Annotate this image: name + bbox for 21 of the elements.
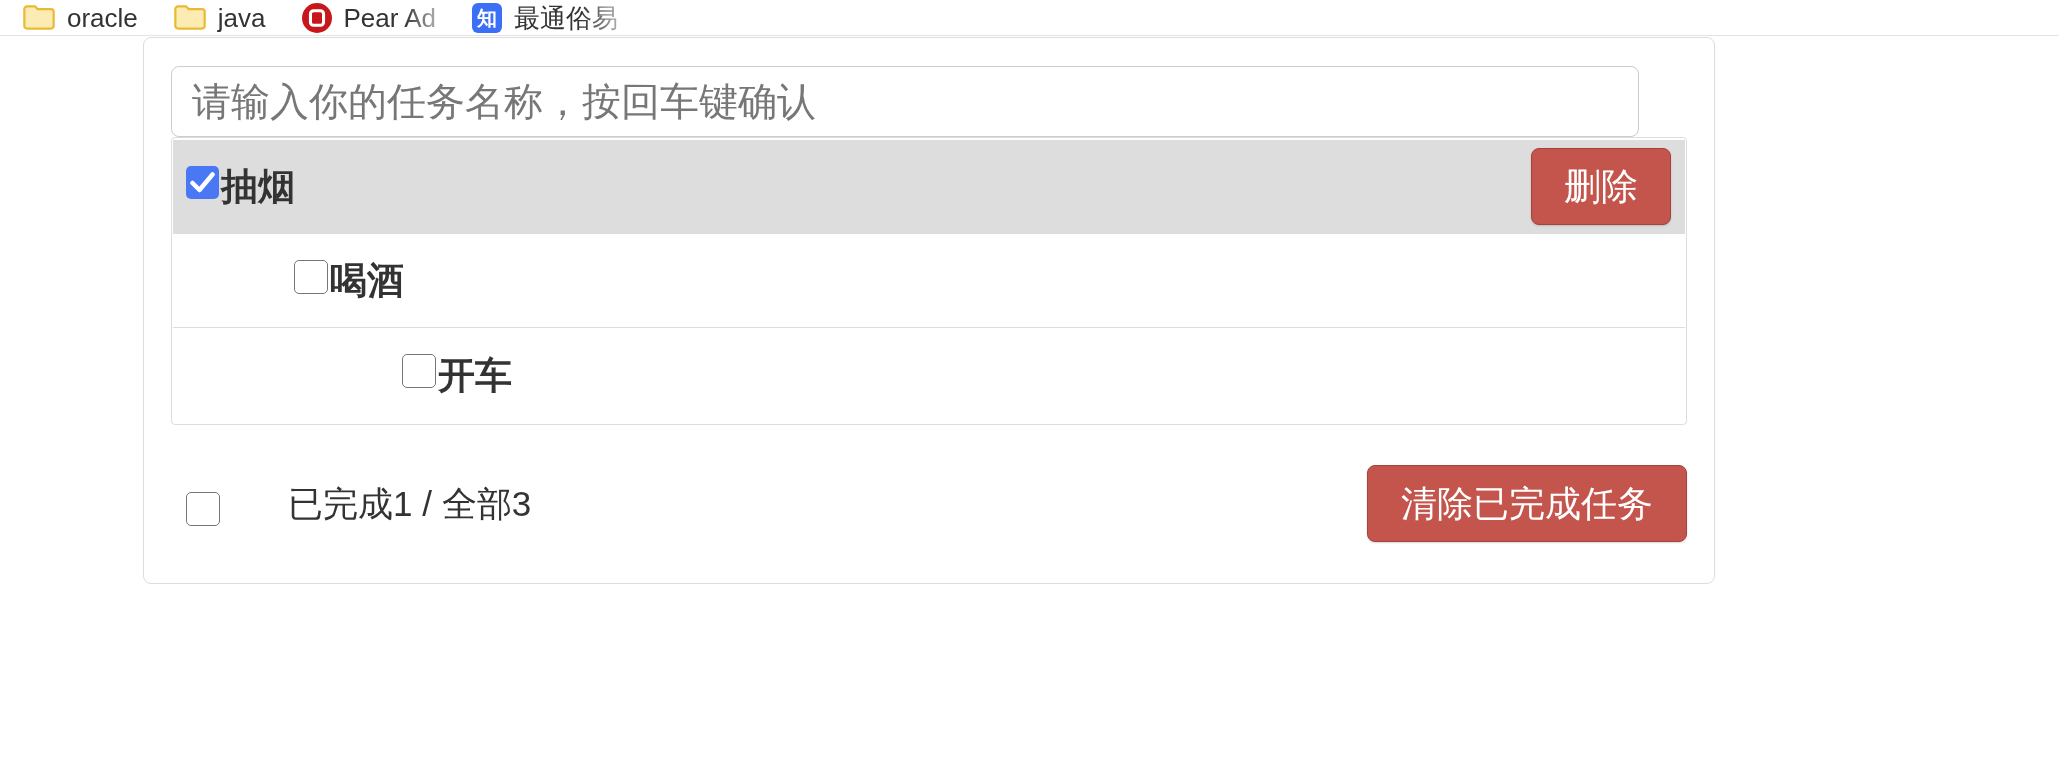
bookmark-label[interactable]: Pear Ad [343, 4, 437, 31]
select-all-checkbox[interactable] [186, 491, 220, 526]
bookmark-label[interactable]: oracle [67, 4, 138, 31]
clear-completed-button[interactable]: 清除已完成任务 [1367, 465, 1687, 542]
task-label: 喝酒 [330, 262, 404, 299]
task-checkbox[interactable] [402, 354, 436, 388]
folder-icon [173, 5, 206, 30]
circle-logo-icon [301, 2, 332, 33]
completion-summary: 已完成1 / 全部3 [288, 486, 532, 521]
bookmark-label[interactable]: java [217, 4, 266, 31]
check-icon [190, 172, 215, 193]
bookmark-label[interactable]: 最通俗易 [514, 4, 619, 31]
task-checkbox[interactable] [186, 166, 219, 199]
task-label: 抽烟 [221, 168, 295, 205]
folder-icon [23, 5, 55, 30]
site-logo[interactable]: 知 [472, 2, 503, 33]
task-checkbox[interactable] [294, 259, 328, 294]
task-input[interactable]: 请输入你的任务名称，按回车键确认 [171, 66, 1639, 137]
task-label: 开车 [438, 356, 512, 394]
task-row[interactable]: 抽烟 删除 [173, 140, 1685, 234]
delete-button[interactable]: 删除 [1531, 148, 1671, 225]
